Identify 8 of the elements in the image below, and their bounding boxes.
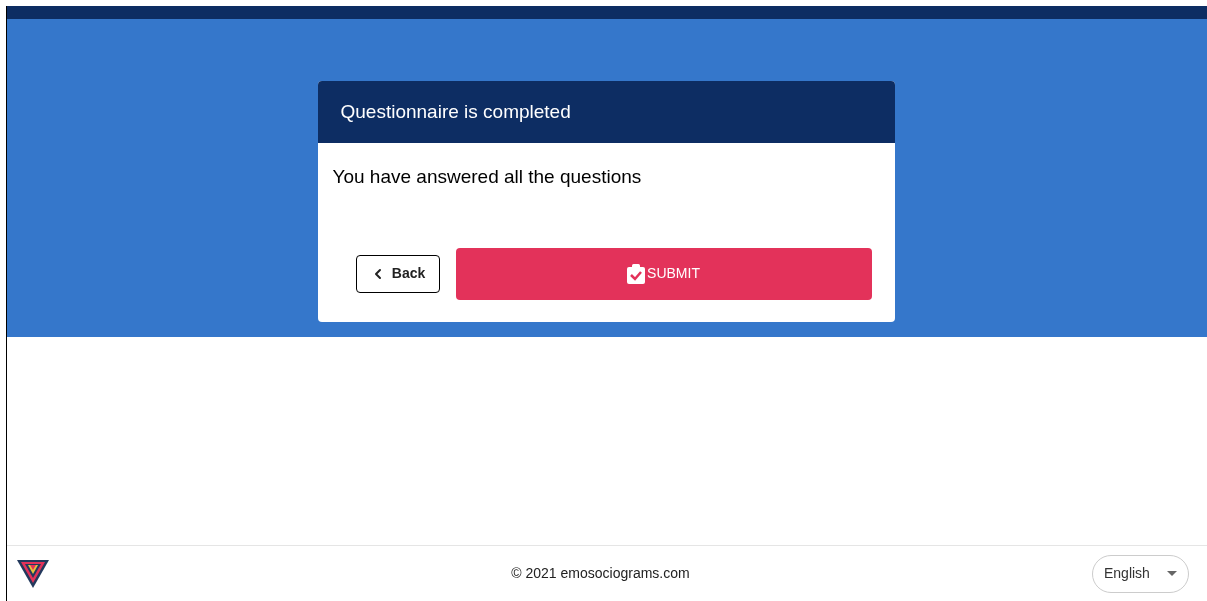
dialog-title: Questionnaire is completed xyxy=(340,99,571,124)
back-button[interactable]: Back xyxy=(355,254,440,293)
submit-button[interactable]: SUBMIT xyxy=(455,247,872,300)
logo-icon xyxy=(17,559,49,588)
clipboard-check-icon xyxy=(627,263,646,284)
dialog-message: You have answered all the questions xyxy=(332,166,642,187)
dropdown-caret-icon xyxy=(1167,571,1177,576)
copyright-text: © 2021 emosociograms.com xyxy=(511,564,690,583)
